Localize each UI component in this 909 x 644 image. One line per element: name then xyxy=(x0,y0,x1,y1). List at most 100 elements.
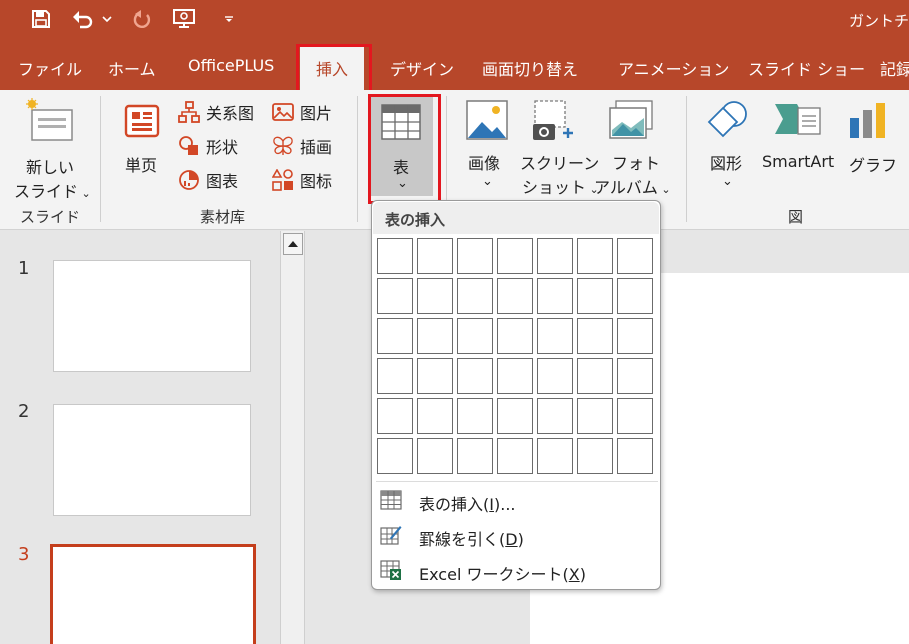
table-grid-cell[interactable] xyxy=(457,238,493,274)
menu-item-insert-table[interactable]: 表の挿入(I)... xyxy=(372,483,660,517)
customize-qat-icon[interactable] xyxy=(222,6,236,32)
table-grid-cell[interactable] xyxy=(497,398,533,434)
tab-home[interactable]: ホーム xyxy=(108,56,156,80)
screenshot-button[interactable]: スクリーン ショット ⌄ xyxy=(518,96,599,200)
redo-icon[interactable] xyxy=(130,6,154,32)
table-grid-cell[interactable] xyxy=(417,438,453,474)
table-grid-cell[interactable] xyxy=(457,358,493,394)
tab-slideshow[interactable]: スライド ショー xyxy=(748,56,865,80)
table-grid-cell[interactable] xyxy=(417,278,453,314)
triangle-up-icon xyxy=(288,241,298,247)
table-grid-cell[interactable] xyxy=(377,318,413,354)
table-button[interactable]: 表 ⌄ xyxy=(368,94,441,204)
draw-table-icon xyxy=(380,526,402,545)
smartart-button[interactable]: SmartArt xyxy=(758,96,838,176)
table-grid-cell[interactable] xyxy=(497,238,533,274)
group-divider xyxy=(357,96,358,222)
relation-chart-button[interactable]: 关系图 xyxy=(178,100,254,124)
tab-transitions[interactable]: 画面切り替え xyxy=(482,56,578,80)
shapes-button[interactable]: 図形 ⌄ xyxy=(700,96,756,200)
dropdown-header: 表の挿入 xyxy=(373,202,659,234)
tab-design[interactable]: デザイン xyxy=(390,56,454,80)
tab-insert[interactable]: 挿入 xyxy=(296,44,372,98)
undo-dropdown-chevron-icon[interactable] xyxy=(100,6,114,32)
table-grid-cell[interactable] xyxy=(537,318,573,354)
thumbnail-scrollbar[interactable] xyxy=(280,231,305,644)
table-grid-cell[interactable] xyxy=(537,238,573,274)
table-grid-cell[interactable] xyxy=(417,358,453,394)
table-grid-cell[interactable] xyxy=(417,318,453,354)
tab-animations[interactable]: アニメーション xyxy=(618,56,729,80)
table-grid-cell[interactable] xyxy=(537,278,573,314)
menu-item-excel-worksheet[interactable]: Excel ワークシート(X) xyxy=(372,553,660,587)
table-grid-cell[interactable] xyxy=(417,238,453,274)
images-label: 画像 xyxy=(468,154,501,173)
photo-album-label-2: アルバム ⌄ xyxy=(594,174,671,198)
tab-file[interactable]: ファイル xyxy=(18,56,82,80)
table-grid-cell[interactable] xyxy=(377,278,413,314)
table-grid-cell[interactable] xyxy=(577,278,613,314)
accelerator-key: X xyxy=(568,565,580,584)
shapes-cn-button[interactable]: 形状 xyxy=(178,134,238,158)
table-grid-cell[interactable] xyxy=(577,318,613,354)
slide-thumbnail-2[interactable] xyxy=(53,404,251,516)
new-slide-button[interactable]: 新しい スライド ⌄ xyxy=(6,96,91,201)
table-grid-cell[interactable] xyxy=(577,438,613,474)
table-grid-cell[interactable] xyxy=(617,438,653,474)
table-grid-cell[interactable] xyxy=(377,358,413,394)
picture-cn-button[interactable]: 图片 xyxy=(272,100,332,124)
smartart-icon xyxy=(775,104,821,135)
menu-item-draw-table[interactable]: 罫線を引く(D) xyxy=(372,518,660,552)
single-page-button[interactable]: 単页 xyxy=(112,100,172,180)
tab-officeplus[interactable]: OfficePLUS xyxy=(188,56,274,75)
table-grid-cell[interactable] xyxy=(377,438,413,474)
tab-review[interactable]: 記録 xyxy=(880,56,909,80)
table-grid-cell[interactable] xyxy=(617,278,653,314)
picture-cn-icon xyxy=(272,103,294,121)
table-grid-cell[interactable] xyxy=(457,438,493,474)
presenter-icon[interactable] xyxy=(170,6,200,32)
illustration-cn-button[interactable]: 插画 xyxy=(272,134,332,158)
table-grid-cell[interactable] xyxy=(377,398,413,434)
photo-album-label-text: アルバム xyxy=(594,178,658,197)
group-label-material: 素材库 xyxy=(200,208,246,226)
screenshot-icon xyxy=(533,100,573,140)
table-grid-cell[interactable] xyxy=(457,278,493,314)
table-grid-cell[interactable] xyxy=(617,238,653,274)
insert-table-dropdown: 表の挿入 表の挿入(I)... 罫線を引く(D) Excel ワークシート(X) xyxy=(371,200,661,590)
slide-thumbnail-3[interactable] xyxy=(50,544,256,644)
table-grid-cell[interactable] xyxy=(457,398,493,434)
photo-album-button[interactable]: フォト アルバム ⌄ xyxy=(592,96,671,200)
table-grid-cell[interactable] xyxy=(617,318,653,354)
chevron-down-icon: ⌄ xyxy=(78,187,91,200)
table-grid-cell[interactable] xyxy=(497,438,533,474)
table-grid-cell[interactable] xyxy=(577,358,613,394)
images-button[interactable]: 画像 ⌄ xyxy=(458,96,516,200)
table-grid-cell[interactable] xyxy=(377,238,413,274)
table-grid-cell[interactable] xyxy=(577,238,613,274)
table-grid-cell[interactable] xyxy=(617,398,653,434)
table-grid-cell[interactable] xyxy=(497,358,533,394)
chart-cn-button[interactable]: 图表 xyxy=(178,168,238,192)
table-grid-cell[interactable] xyxy=(457,318,493,354)
table-size-grid[interactable] xyxy=(377,238,657,476)
group-divider xyxy=(100,96,101,222)
table-grid-cell[interactable] xyxy=(577,398,613,434)
table-grid-cell[interactable] xyxy=(497,278,533,314)
chart-button[interactable]: グラフ xyxy=(844,96,898,176)
table-grid-cell[interactable] xyxy=(417,398,453,434)
table-grid-cell[interactable] xyxy=(537,358,573,394)
table-grid-cell[interactable] xyxy=(617,358,653,394)
new-slide-icon xyxy=(26,98,73,141)
undo-icon[interactable] xyxy=(70,6,96,32)
scroll-up-button[interactable] xyxy=(283,233,303,255)
save-icon[interactable] xyxy=(28,6,54,32)
document-title: ガントチ xyxy=(848,12,909,30)
table-grid-cell[interactable] xyxy=(497,318,533,354)
table-grid-cell[interactable] xyxy=(537,398,573,434)
icon-cn-button[interactable]: 图标 xyxy=(272,168,332,192)
table-grid-cell[interactable] xyxy=(537,438,573,474)
table-label: 表 xyxy=(393,158,410,177)
slide-thumbnail-1[interactable] xyxy=(53,260,251,372)
menu-divider xyxy=(376,481,658,482)
